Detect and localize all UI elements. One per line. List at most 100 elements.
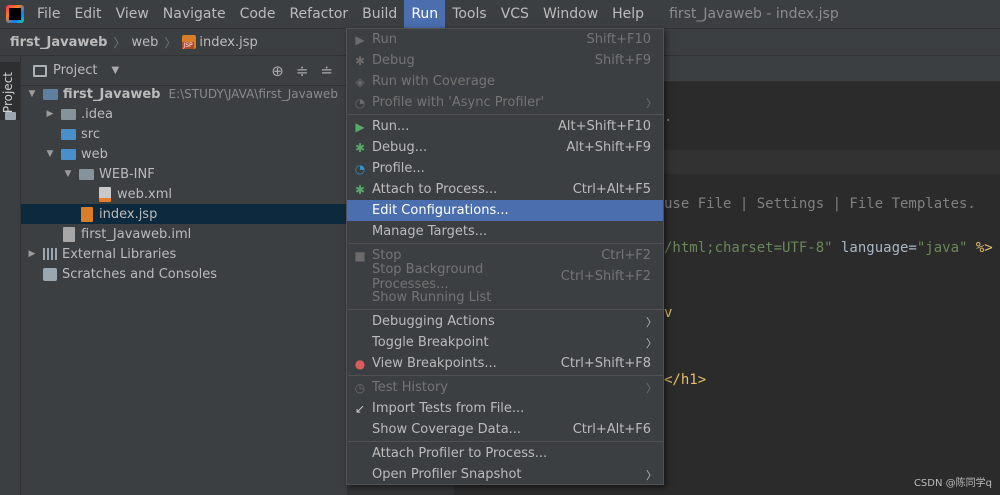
- menu-item-debugging-actions[interactable]: Debugging Actions 〉: [347, 311, 663, 332]
- menu-item-label: Debug: [372, 53, 415, 68]
- menu-item-show-running[interactable]: Show Running List: [347, 287, 663, 308]
- menu-item-run-dialog[interactable]: ▶ Run... Alt+Shift+F10: [347, 116, 663, 137]
- menu-edit[interactable]: Edit: [67, 0, 108, 28]
- chevron-down-icon[interactable]: ▼: [63, 169, 73, 179]
- menu-separator: [348, 309, 663, 310]
- tree-item-external-libraries[interactable]: ▶ External Libraries: [21, 244, 347, 264]
- menu-separator: [348, 375, 663, 376]
- tree-item-label: .idea: [81, 106, 113, 122]
- menu-item-label: Run: [372, 32, 397, 47]
- watermark: CSDN @陈同学q: [913, 478, 992, 489]
- project-tool-tab[interactable]: Project: [0, 62, 20, 120]
- menu-item-open-snapshot[interactable]: Open Profiler Snapshot 〉: [347, 464, 663, 485]
- menu-refactor[interactable]: Refactor: [282, 0, 355, 28]
- breakpoints-icon: ●: [354, 356, 366, 371]
- tree-item-web-xml[interactable]: web.xml: [21, 184, 347, 204]
- play-icon: ▶: [355, 119, 365, 134]
- project-panel: Project ▼ ⊕ ≑ ≐ ▼ first_Javaweb E:\STUDY…: [21, 56, 347, 495]
- module-file-icon: [63, 226, 75, 242]
- menu-item-label: Profile with 'Async Profiler': [372, 95, 545, 110]
- breadcrumb-project[interactable]: first_Javaweb: [10, 35, 108, 50]
- tree-item-index-jsp[interactable]: index.jsp: [21, 204, 347, 224]
- chevron-down-icon[interactable]: ▼: [27, 89, 37, 99]
- menu-item-shortcut: Ctrl+F2: [601, 248, 651, 263]
- menu-item-edit-configurations[interactable]: Edit Configurations...: [347, 200, 663, 221]
- project-tool-tab-label: Project: [1, 72, 15, 114]
- menu-item-attach-profiler[interactable]: Attach Profiler to Process...: [347, 443, 663, 464]
- code-string: /html;charset=UTF-8": [664, 240, 833, 256]
- code-attr: language=: [832, 240, 917, 256]
- menu-item-shortcut: Ctrl+Shift+F2: [560, 269, 651, 284]
- chevron-right-icon: 〉: [113, 35, 126, 50]
- panel-toolbar: ⊕ ≑ ≐: [271, 62, 347, 80]
- tree-item-label: first_Javaweb.iml: [81, 226, 192, 242]
- code-tag: </h1>: [664, 372, 707, 388]
- menu-item-label: Edit Configurations...: [372, 203, 509, 218]
- menu-item-toggle-breakpoint[interactable]: Toggle Breakpoint 〉: [347, 332, 663, 353]
- code-tag: %>: [967, 240, 993, 256]
- menu-tools[interactable]: Tools: [445, 0, 494, 28]
- chevron-down-icon[interactable]: ▼: [111, 65, 119, 76]
- tree-item-web-inf[interactable]: ▼ WEB-INF: [21, 164, 347, 184]
- menu-item-label: Run with Coverage: [372, 74, 496, 89]
- menu-item-label: Show Running List: [372, 290, 492, 305]
- menu-item-stop-background[interactable]: Stop Background Processes... Ctrl+Shift+…: [347, 262, 663, 292]
- locate-icon[interactable]: ⊕: [271, 62, 284, 80]
- tool-window-strip: Project: [0, 56, 21, 495]
- menu-item-run-coverage[interactable]: ◈ Run with Coverage: [347, 71, 663, 92]
- gauge-icon: ◔: [354, 161, 366, 176]
- menu-item-test-history[interactable]: ◷ Test History 〉: [347, 377, 663, 398]
- window-title: first_Javaweb - index.jsp: [669, 6, 839, 22]
- menu-item-run[interactable]: ▶ Run Shift+F10: [347, 29, 663, 50]
- tree-item-label: web: [81, 146, 108, 162]
- menu-file[interactable]: File: [30, 0, 67, 28]
- tree-item-iml[interactable]: first_Javaweb.iml: [21, 224, 347, 244]
- tree-item-project-root[interactable]: ▼ first_Javaweb E:\STUDY\JAVA\first_Java…: [21, 84, 347, 104]
- menu-navigate[interactable]: Navigate: [156, 0, 233, 28]
- menu-item-view-breakpoints[interactable]: ● View Breakpoints... Ctrl+Shift+F8: [347, 353, 663, 374]
- menu-build[interactable]: Build: [355, 0, 404, 28]
- chevron-right-icon[interactable]: ▶: [45, 109, 55, 119]
- menu-item-debug[interactable]: ✱ Debug Shift+F9: [347, 50, 663, 71]
- menu-item-profile-async[interactable]: ◔ Profile with 'Async Profiler' 〉: [347, 92, 663, 113]
- tree-item-web[interactable]: ▼ web: [21, 144, 347, 164]
- menu-item-shortcut: Shift+F10: [586, 32, 651, 47]
- chevron-right-icon: 〉: [646, 468, 657, 482]
- collapse-all-icon[interactable]: ≐: [320, 62, 333, 80]
- library-icon: [43, 248, 57, 260]
- menu-item-attach-process[interactable]: ✱ Attach to Process... Ctrl+Alt+F5: [347, 179, 663, 200]
- breadcrumb-folder[interactable]: web: [132, 35, 159, 50]
- menu-code[interactable]: Code: [233, 0, 283, 28]
- menu-item-show-coverage[interactable]: Show Coverage Data... Ctrl+Alt+F6: [347, 419, 663, 440]
- menu-item-import-tests[interactable]: ↙ Import Tests from File...: [347, 398, 663, 419]
- menu-item-label: Manage Targets...: [372, 224, 488, 239]
- menu-view[interactable]: View: [109, 0, 156, 28]
- menu-vcs[interactable]: VCS: [494, 0, 536, 28]
- menu-window[interactable]: Window: [536, 0, 605, 28]
- menu-item-label: Run...: [372, 119, 410, 134]
- menu-bar: File Edit View Navigate Code Refactor Bu…: [0, 0, 1000, 28]
- chevron-down-icon[interactable]: ▼: [45, 149, 55, 159]
- chevron-right-icon[interactable]: ▶: [27, 249, 37, 259]
- menu-item-shortcut: Ctrl+Alt+F5: [572, 182, 651, 197]
- clock-icon: ◷: [354, 380, 366, 395]
- menu-separator: [348, 441, 663, 442]
- chevron-right-icon: 〉: [646, 96, 657, 110]
- menu-item-manage-targets[interactable]: Manage Targets...: [347, 221, 663, 242]
- web-folder-icon: [61, 148, 76, 160]
- menu-item-debug-dialog[interactable]: ✱ Debug... Alt+Shift+F9: [347, 137, 663, 158]
- tree-item-idea[interactable]: ▶ .idea: [21, 104, 347, 124]
- folder-icon: [61, 108, 76, 120]
- project-panel-title[interactable]: Project: [53, 63, 97, 78]
- expand-all-icon[interactable]: ≑: [296, 62, 309, 80]
- breadcrumb-file[interactable]: index.jsp: [199, 35, 257, 50]
- menu-item-profile[interactable]: ◔ Profile...: [347, 158, 663, 179]
- tree-item-src[interactable]: src: [21, 124, 347, 144]
- menu-run[interactable]: Run: [404, 0, 446, 28]
- menu-item-label: Show Coverage Data...: [372, 422, 522, 437]
- intellij-logo-icon: [6, 5, 24, 23]
- code-fragment: v: [664, 305, 673, 321]
- tree-item-scratches[interactable]: Scratches and Consoles: [21, 264, 347, 284]
- menu-help[interactable]: Help: [605, 0, 651, 28]
- code-string: "java": [916, 240, 968, 256]
